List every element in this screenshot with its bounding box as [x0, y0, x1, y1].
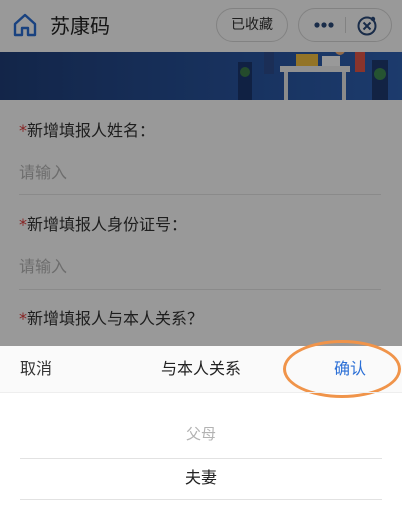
confirm-button[interactable]: 确认 — [320, 346, 380, 392]
picker-option[interactable]: 父母 — [0, 414, 402, 454]
selection-indicator-bottom — [20, 499, 382, 500]
picker-divider — [0, 392, 402, 393]
picker-title: 与本人关系 — [160, 359, 241, 378]
relationship-picker: 取消 与本人关系 确认 父母 夫妻 — [0, 340, 402, 507]
modal-overlay[interactable] — [0, 0, 402, 346]
picker-option-selected[interactable]: 夫妻 — [0, 458, 402, 498]
cancel-button[interactable]: 取消 — [20, 346, 80, 392]
picker-header: 取消 与本人关系 确认 — [0, 340, 402, 398]
